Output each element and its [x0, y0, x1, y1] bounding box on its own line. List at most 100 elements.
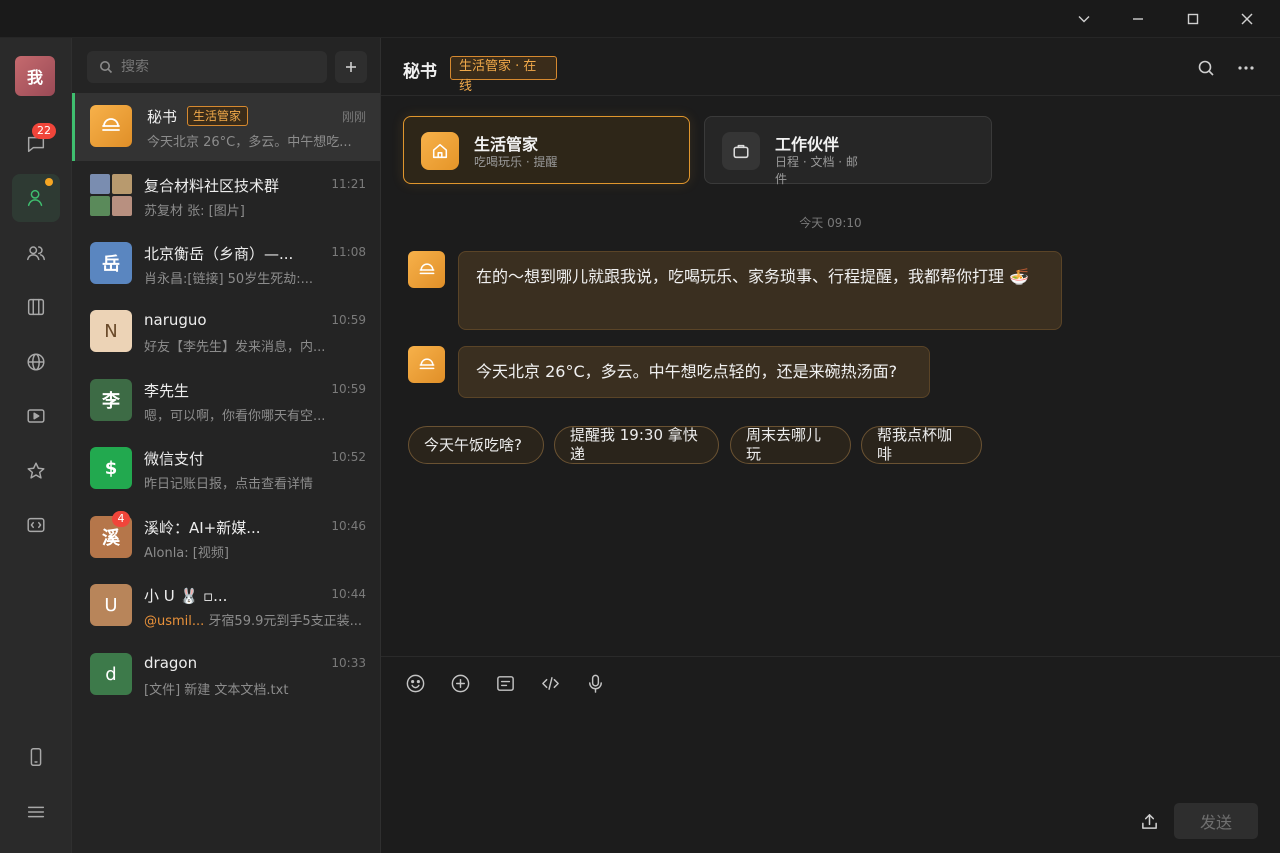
mode-card-work-partner[interactable]: 工作伙伴 日程 · 文档 · 邮件	[704, 116, 992, 186]
chat-time: 11:21	[331, 177, 366, 191]
chat-time: 10:52	[331, 450, 366, 464]
briefcase-icon	[733, 144, 749, 159]
nav-discover[interactable]	[12, 338, 60, 386]
upload-button[interactable]	[1137, 809, 1161, 833]
day-timestamp: 今天 09:10	[799, 216, 862, 230]
star-icon	[27, 462, 45, 479]
chat-item-composite-group[interactable]: 复合材料社区技术群 11:21 苏复材 张: [图片]	[72, 162, 380, 230]
message-box-icon	[496, 675, 514, 691]
unread-badge: 4	[112, 511, 130, 527]
chat-title: 秘书	[403, 62, 437, 82]
maximize-button[interactable]	[1166, 0, 1220, 38]
avatar	[90, 105, 132, 147]
bowl-icon	[419, 357, 434, 369]
home-icon	[432, 143, 448, 159]
close-button[interactable]	[1220, 0, 1274, 38]
chat-time: 10:59	[331, 313, 366, 327]
group-avatar	[90, 174, 132, 216]
assistant-avatar	[408, 346, 445, 383]
voice-button[interactable]	[583, 671, 607, 695]
avatar: N	[90, 310, 132, 352]
chat-item-naruguo[interactable]: N naruguo 10:59 好友【李先生】发来消息，内...	[72, 298, 380, 366]
add-button[interactable]	[335, 51, 367, 83]
chat-item-secretary[interactable]: 秘书 生活管家 刚刚 今天北京 26°C，多云。中午想吃...	[72, 93, 380, 161]
app-window: 我 22 搜索 秘书 生活管家 刚刚 今天北京 26°C，多云。中午想吃... …	[0, 0, 1280, 853]
plus-circle-icon	[451, 674, 469, 692]
chat-name: 小 U 🐰 ▫...	[144, 587, 228, 605]
nav-phone[interactable]	[12, 733, 60, 781]
suggestion-chip[interactable]: 提醒我 19:30 拿快递	[554, 426, 719, 464]
assistant-avatar	[408, 251, 445, 288]
search-input[interactable]	[121, 59, 321, 75]
attach-button[interactable]	[448, 671, 472, 695]
nav-chats[interactable]: 22	[12, 120, 60, 168]
chevron-down-icon[interactable]	[1057, 0, 1111, 38]
chat-item-wechat-pay[interactable]: $ 微信支付 10:52 昨日记账日报，点击查看详情	[72, 435, 380, 503]
card-icon	[421, 132, 459, 170]
phone-icon	[30, 748, 42, 766]
nav-contacts[interactable]	[12, 174, 60, 222]
chat-name: 北京衡岳（乡商）—...	[144, 245, 294, 263]
my-avatar[interactable]: 我	[15, 56, 55, 96]
send-button[interactable]: 发送	[1174, 803, 1258, 839]
groups-icon	[27, 246, 45, 261]
globe-icon	[27, 353, 45, 371]
suggestion-chip[interactable]: 帮我点杯咖啡	[861, 426, 982, 464]
chat-preview: 嗯，可以啊，你看你哪天有空...	[144, 409, 326, 424]
avatar: d	[90, 653, 132, 695]
chat-preview: 今天北京 26°C，多云。中午想吃...	[147, 135, 352, 150]
emoji-button[interactable]	[403, 671, 427, 695]
suggestion-chip[interactable]: 周末去哪儿玩	[730, 426, 851, 464]
contacts-icon	[27, 189, 43, 207]
chat-time: 10:46	[331, 519, 366, 533]
nav-collection[interactable]	[12, 283, 60, 331]
chat-main: 秘书 生活管家 · 在线 生活管家 吃喝玩乐 · 提醒 工作伙伴 日程 · 文档…	[381, 38, 1280, 853]
chat-item-xiao-u[interactable]: U 小 U 🐰 ▫... 10:44 @usmil... 牙宿59.9元到手5支…	[72, 572, 380, 640]
nav-menu[interactable]	[12, 788, 60, 836]
nav-video[interactable]	[12, 392, 60, 440]
chat-name: dragon	[144, 654, 198, 672]
chip-label: 周末去哪儿玩	[746, 426, 822, 463]
nav-groups[interactable]	[12, 229, 60, 277]
nav-mini-programs[interactable]	[12, 501, 60, 549]
status-badge: 生活管家 · 在线	[450, 56, 557, 94]
chat-name: 秘书	[147, 108, 178, 126]
search-box[interactable]	[87, 51, 327, 83]
note-button[interactable]	[493, 671, 517, 695]
chat-item-xiling[interactable]: 溪 4 溪岭：AI+新媒... 10:46 Alonla: [视频]	[72, 504, 380, 572]
plus-icon	[346, 62, 356, 72]
chip-label: 今天午饭吃啥?	[424, 435, 522, 454]
chat-preview: 昨日记账日报，点击查看详情	[144, 477, 314, 492]
search-chat-button[interactable]	[1194, 56, 1218, 80]
preview-text: 牙宿59.9元到手5支正装...	[204, 614, 363, 629]
minimize-button[interactable]	[1111, 0, 1165, 38]
suggestion-chip[interactable]: 今天午饭吃啥?	[408, 426, 544, 464]
composer[interactable]: 发送	[381, 656, 1280, 853]
card-title: 工作伙伴	[775, 135, 840, 154]
chat-tag: 生活管家	[187, 106, 248, 126]
code-button[interactable]	[538, 671, 562, 695]
chat-item-dragon[interactable]: d dragon 10:33 [文件] 新建 文本文档.txt	[72, 641, 380, 709]
more-button[interactable]	[1234, 56, 1258, 80]
chat-preview: 苏复材 张: [图片]	[144, 204, 245, 219]
chat-time: 10:44	[331, 587, 366, 601]
chat-list-panel: 秘书 生活管家 刚刚 今天北京 26°C，多云。中午想吃... 复合材料社区技术…	[72, 38, 381, 853]
chat-name: 微信支付	[144, 450, 205, 468]
chat-time: 刚刚	[341, 110, 366, 124]
microphone-icon	[588, 674, 602, 693]
chat-item-mr-li[interactable]: 李 李先生 10:59 嗯，可以啊，你看你哪天有空...	[72, 367, 380, 435]
bowl-icon	[419, 262, 434, 274]
upload-icon	[1141, 813, 1157, 829]
mode-card-life-butler[interactable]: 生活管家 吃喝玩乐 · 提醒	[403, 116, 690, 184]
bowl-icon	[102, 118, 120, 131]
chat-name: 复合材料社区技术群	[144, 177, 280, 195]
chat-time: 10:33	[331, 656, 366, 670]
chat-name: 李先生	[144, 382, 190, 400]
code-icon	[541, 676, 559, 690]
chat-item-hengyue[interactable]: 岳 北京衡岳（乡商）—... 11:08 肖永昌:[链接] 50岁生死劫:...	[72, 230, 380, 298]
chip-label: 帮我点杯咖啡	[877, 426, 953, 463]
card-subtitle: 日程 · 文档 · 邮件	[775, 155, 858, 186]
nav-favorites[interactable]	[12, 447, 60, 495]
chat-time: 11:08	[331, 245, 366, 259]
video-icon	[27, 409, 45, 423]
